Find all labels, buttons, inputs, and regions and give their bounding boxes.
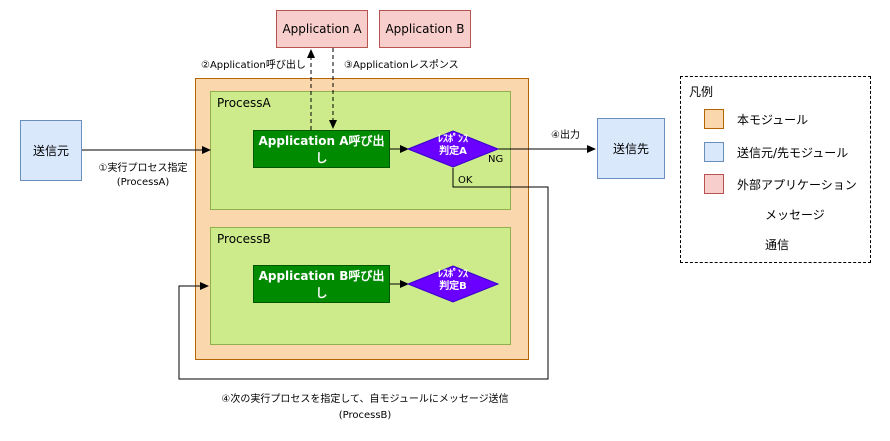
label-step4-next: ④次の実行プロセスを指定して、自モジュールにメッセージ送信 (ProcessB) <box>160 392 570 424</box>
label-step1-line1: ①実行プロセス指定 <box>98 163 188 174</box>
label-step4-next-line2: (ProcessB) <box>338 410 392 421</box>
label-ok: OK <box>458 175 473 186</box>
label-step4-output: ④出力 <box>551 130 580 141</box>
legend-item-external: 外部アプリケーション <box>737 178 857 192</box>
arrow-ok-loop <box>178 168 549 380</box>
judge-b-line2: 判定B <box>439 281 467 292</box>
label-ng: NG <box>488 154 504 165</box>
label-step1-line2: (ProcessA) <box>116 177 170 188</box>
legend-title: 凡例 <box>689 85 714 99</box>
legend-item-module: 本モジュール <box>737 113 809 127</box>
judge-b-line1: ﾚｽﾎﾟﾝｽ <box>438 269 468 280</box>
judge-a-text: ﾚｽﾎﾟﾝｽ 判定A <box>418 134 488 158</box>
legend-item-node: 送信元/先モジュール <box>737 146 849 160</box>
label-step2: ②Application呼び出し <box>201 60 306 71</box>
judge-a-line2: 判定A <box>439 146 467 157</box>
label-step3: ③Applicationレスポンス <box>344 60 459 71</box>
judge-b-text: ﾚｽﾎﾟﾝｽ 判定B <box>418 269 488 293</box>
legend-panel: 凡例 <box>680 76 871 263</box>
legend-swatch-external <box>704 174 724 194</box>
label-step4-next-line1: ④次の実行プロセスを指定して、自モジュールにメッセージ送信 <box>221 394 509 405</box>
judge-a-line1: ﾚｽﾎﾟﾝｽ <box>438 134 468 145</box>
legend-swatch-module <box>704 109 724 129</box>
legend-item-message: メッセージ <box>765 208 825 222</box>
label-step1: ①実行プロセス指定 (ProcessA) <box>88 162 198 190</box>
legend-swatch-node <box>704 142 724 162</box>
legend-item-comm: 通信 <box>765 238 790 252</box>
